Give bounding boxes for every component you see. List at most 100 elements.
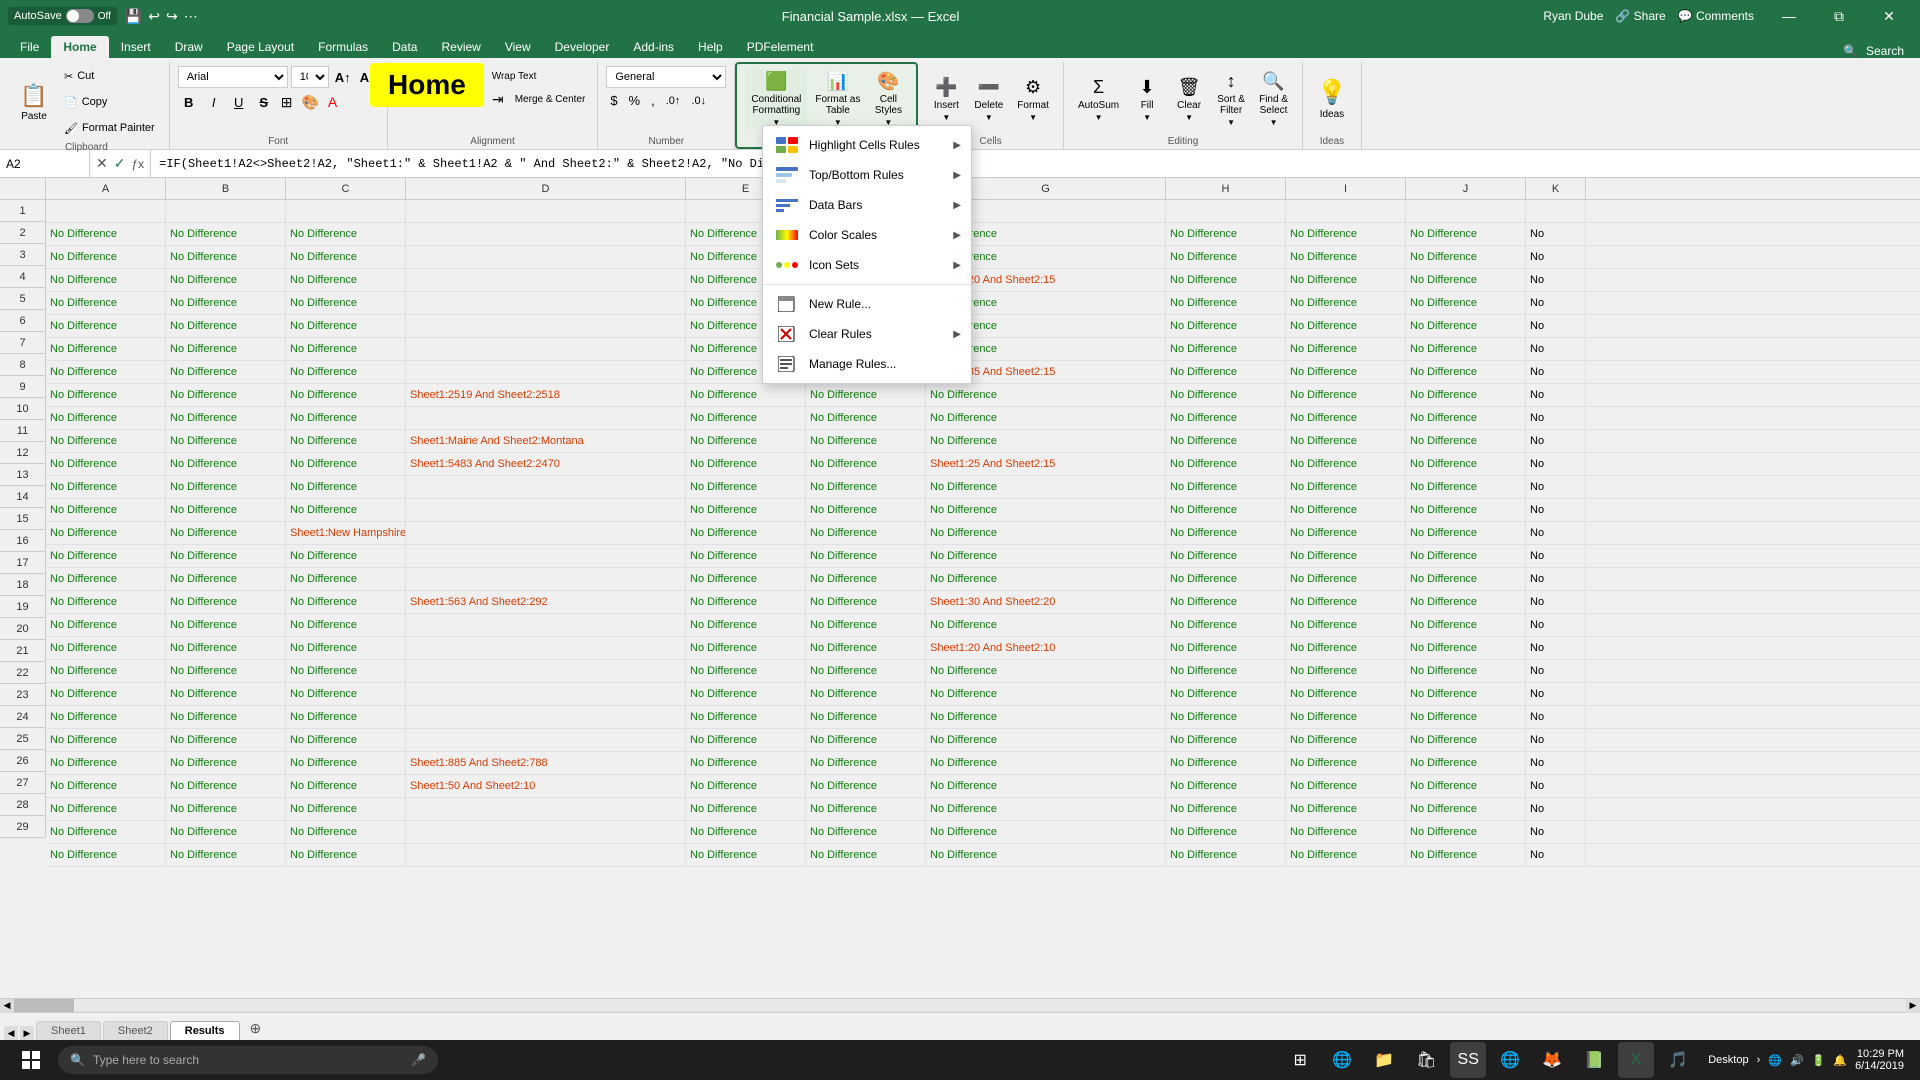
cell-r22-c3[interactable] (406, 683, 686, 705)
horizontal-scrollbar[interactable]: ◀ ▶ (0, 998, 1920, 1012)
cell-r8-c7[interactable]: No Difference (1166, 361, 1286, 383)
cell-r17-c8[interactable]: No Difference (1286, 568, 1406, 590)
cell-r19-c3[interactable] (406, 614, 686, 636)
cell-r14-c3[interactable] (406, 499, 686, 521)
cell-r15-c5[interactable]: No Difference (806, 522, 926, 544)
row-num-2[interactable]: 2 (0, 222, 46, 244)
restore-button[interactable]: ⧉ (1816, 0, 1862, 32)
cell-r16-c3[interactable] (406, 545, 686, 567)
cell-r22-c2[interactable]: No Difference (286, 683, 406, 705)
cell-r28-c2[interactable]: No Difference (286, 821, 406, 843)
cell-r12-c0[interactable]: No Difference (46, 453, 166, 475)
cell-r3-c9[interactable]: No Difference (1406, 246, 1526, 268)
cell-r1-c8[interactable] (1286, 200, 1406, 222)
cell-r9-c5[interactable]: No Difference (806, 384, 926, 406)
cell-r27-c0[interactable]: No Difference (46, 798, 166, 820)
cell-r4-c1[interactable]: No Difference (166, 269, 286, 291)
cell-r10-c0[interactable]: No Difference (46, 407, 166, 429)
cell-r15-c9[interactable]: No Difference (1406, 522, 1526, 544)
share-button[interactable]: 🔗 Share (1615, 9, 1665, 23)
cell-r24-c9[interactable]: No Difference (1406, 729, 1526, 751)
percent-button[interactable]: % (625, 91, 645, 110)
cell-r1-c9[interactable] (1406, 200, 1526, 222)
cell-r4-c10[interactable]: No (1526, 269, 1586, 291)
cell-r20-c6[interactable]: Sheet1:20 And Sheet2:10 (926, 637, 1166, 659)
cell-r25-c5[interactable]: No Difference (806, 752, 926, 774)
cell-r14-c0[interactable]: No Difference (46, 499, 166, 521)
row-num-28[interactable]: 28 (0, 794, 46, 816)
cell-r29-c3[interactable] (406, 844, 686, 866)
cell-r25-c0[interactable]: No Difference (46, 752, 166, 774)
cell-r4-c7[interactable]: No Difference (1166, 269, 1286, 291)
cell-r20-c10[interactable]: No (1526, 637, 1586, 659)
cell-r21-c2[interactable]: No Difference (286, 660, 406, 682)
cell-r24-c2[interactable]: No Difference (286, 729, 406, 751)
cell-r10-c2[interactable]: No Difference (286, 407, 406, 429)
app8-icon[interactable]: 📗 (1576, 1042, 1612, 1078)
cell-r2-c10[interactable]: No (1526, 223, 1586, 245)
cell-r5-c1[interactable]: No Difference (166, 292, 286, 314)
conditional-formatting-button[interactable]: 🟩 ConditionalFormatting ▼ (745, 69, 807, 129)
cell-r12-c2[interactable]: No Difference (286, 453, 406, 475)
cell-r7-c10[interactable]: No (1526, 338, 1586, 360)
cell-r6-c2[interactable]: No Difference (286, 315, 406, 337)
cell-r29-c7[interactable]: No Difference (1166, 844, 1286, 866)
cell-r11-c4[interactable]: No Difference (686, 430, 806, 452)
col-header-K[interactable]: K (1526, 178, 1586, 199)
cell-r27-c7[interactable]: No Difference (1166, 798, 1286, 820)
cell-r29-c10[interactable]: No (1526, 844, 1586, 866)
cell-r21-c10[interactable]: No (1526, 660, 1586, 682)
font-name-select[interactable]: Arial (178, 66, 288, 88)
cell-r10-c6[interactable]: No Difference (926, 407, 1166, 429)
cell-r20-c1[interactable]: No Difference (166, 637, 286, 659)
cell-r15-c4[interactable]: No Difference (686, 522, 806, 544)
tab-addins[interactable]: Add-ins (621, 36, 686, 58)
comma-button[interactable]: , (647, 91, 659, 110)
cell-r29-c9[interactable]: No Difference (1406, 844, 1526, 866)
cell-r24-c8[interactable]: No Difference (1286, 729, 1406, 751)
underline-button[interactable]: U (228, 91, 250, 113)
tab-formulas[interactable]: Formulas (306, 36, 380, 58)
menu-item-topbottom[interactable]: Top/Bottom Rules (763, 160, 971, 190)
cell-r15-c10[interactable]: No (1526, 522, 1586, 544)
cell-r11-c1[interactable]: No Difference (166, 430, 286, 452)
find-select-button[interactable]: 🔍 Find &Select ▼ (1253, 69, 1294, 129)
cell-r18-c10[interactable]: No (1526, 591, 1586, 613)
row-num-20[interactable]: 20 (0, 618, 46, 640)
delete-button[interactable]: ➖ Delete ▼ (968, 75, 1009, 124)
cell-r11-c5[interactable]: No Difference (806, 430, 926, 452)
sheet-tab-scroll-left[interactable]: ◀ (4, 1026, 18, 1040)
row-num-21[interactable]: 21 (0, 640, 46, 662)
cell-r10-c10[interactable]: No (1526, 407, 1586, 429)
cell-r24-c10[interactable]: No (1526, 729, 1586, 751)
cell-r27-c2[interactable]: No Difference (286, 798, 406, 820)
cell-r25-c9[interactable]: No Difference (1406, 752, 1526, 774)
cell-r9-c7[interactable]: No Difference (1166, 384, 1286, 406)
cell-r17-c5[interactable]: No Difference (806, 568, 926, 590)
save-icon[interactable]: 💾 (125, 8, 142, 25)
cell-r23-c7[interactable]: No Difference (1166, 706, 1286, 728)
cell-r17-c0[interactable]: No Difference (46, 568, 166, 590)
cell-r11-c6[interactable]: No Difference (926, 430, 1166, 452)
cell-r4-c8[interactable]: No Difference (1286, 269, 1406, 291)
scroll-left-button[interactable]: ◀ (0, 999, 14, 1013)
app10-icon[interactable]: 🎵 (1660, 1042, 1696, 1078)
cell-r22-c4[interactable]: No Difference (686, 683, 806, 705)
row-num-23[interactable]: 23 (0, 684, 46, 706)
cell-r12-c7[interactable]: No Difference (1166, 453, 1286, 475)
cell-r15-c7[interactable]: No Difference (1166, 522, 1286, 544)
cell-r8-c10[interactable]: No (1526, 361, 1586, 383)
cell-r21-c7[interactable]: No Difference (1166, 660, 1286, 682)
cell-r12-c9[interactable]: No Difference (1406, 453, 1526, 475)
cell-r9-c6[interactable]: No Difference (926, 384, 1166, 406)
cell-r18-c6[interactable]: Sheet1:30 And Sheet2:20 (926, 591, 1166, 613)
cell-r21-c8[interactable]: No Difference (1286, 660, 1406, 682)
col-header-D[interactable]: D (406, 178, 686, 199)
cell-r15-c2[interactable]: Sheet1:New Hampshire And Sheet2:Montana (286, 522, 406, 544)
cell-r10-c9[interactable]: No Difference (1406, 407, 1526, 429)
cell-r25-c6[interactable]: No Difference (926, 752, 1166, 774)
cell-r26-c1[interactable]: No Difference (166, 775, 286, 797)
cell-r22-c6[interactable]: No Difference (926, 683, 1166, 705)
cell-r23-c10[interactable]: No (1526, 706, 1586, 728)
cell-r9-c10[interactable]: No (1526, 384, 1586, 406)
